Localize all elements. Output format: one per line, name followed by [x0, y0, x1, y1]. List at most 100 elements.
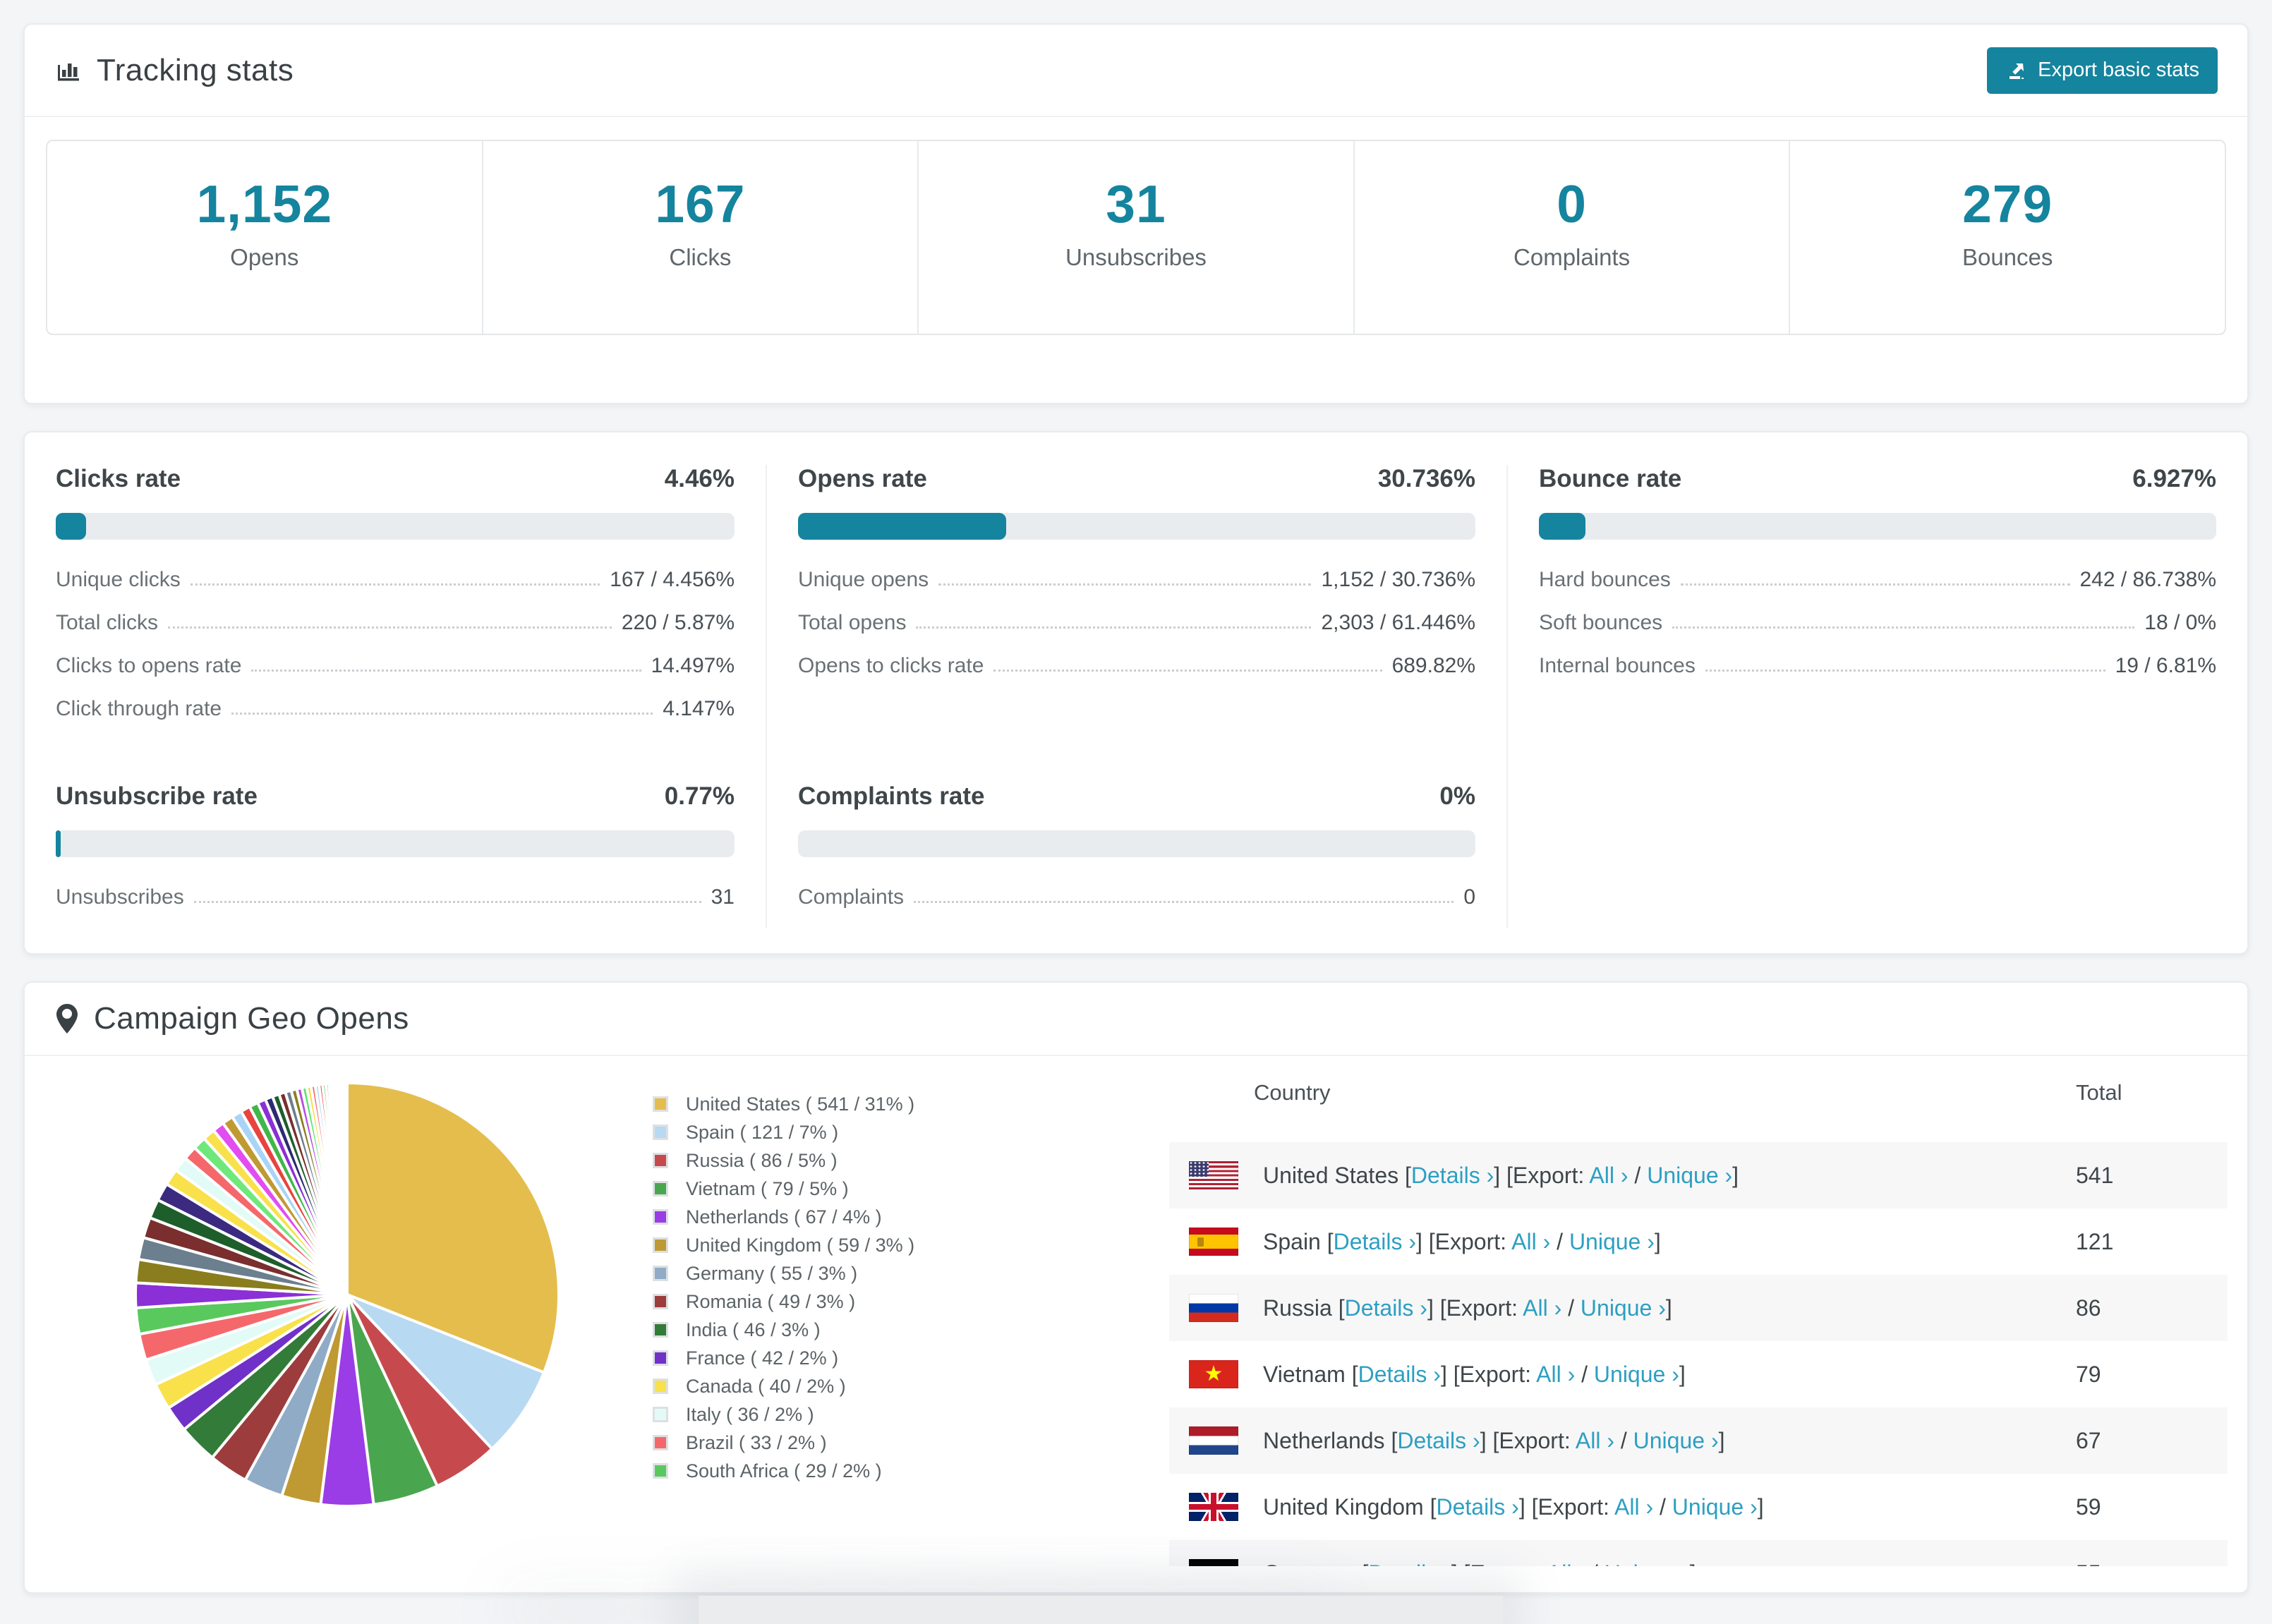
progress-bar-fill	[56, 830, 61, 857]
text: /	[1614, 1427, 1633, 1453]
rate-section-unsubscribe-rate: Unsubscribe rate 0.77% Unsubscribes 31	[25, 767, 766, 928]
total-column-header: Total	[2076, 1080, 2122, 1105]
legend-item-romania[interactable]: Romania ( 49 / 3% )	[653, 1287, 914, 1316]
table-row-russia: Russia [Details ›] [Export: All › / Uniq…	[1169, 1275, 2228, 1341]
export-all-link-netherlands[interactable]: All ›	[1576, 1428, 1614, 1453]
export-unique-link-united-kingdom[interactable]: Unique ›	[1672, 1494, 1758, 1520]
rate-percent: 4.46%	[664, 465, 735, 492]
legend-label: South Africa ( 29 / 2% )	[686, 1460, 882, 1481]
export-unique-link-russia[interactable]: Unique ›	[1581, 1295, 1666, 1321]
legend-item-italy[interactable]: Italy ( 36 / 2% )	[653, 1400, 914, 1429]
rate-row-value: 242 / 86.738%	[2079, 568, 2217, 591]
details-link-united-states[interactable]: Details ›	[1411, 1163, 1494, 1188]
export-all-link-spain[interactable]: All ›	[1511, 1229, 1550, 1254]
stat-cell-clicks: 167 Clicks	[481, 141, 918, 334]
legend-item-united-kingdom[interactable]: United Kingdom ( 59 / 3% )	[653, 1231, 914, 1259]
rate-rows: Hard bounces 242 / 86.738% Soft bounces 18 …	[1539, 568, 2216, 678]
legend-label: Italy ( 36 / 2% )	[686, 1403, 814, 1425]
progress-bar-track	[56, 513, 735, 540]
legend-label: United States ( 541 / 31% )	[686, 1093, 915, 1115]
details-link-spain[interactable]: Details ›	[1334, 1229, 1416, 1254]
stat-label: Bounces	[1962, 244, 2053, 270]
rate-row: Click through rate 4.147%	[56, 697, 735, 721]
text: Spain [	[1263, 1228, 1334, 1254]
export-basic-stats-button[interactable]: Export basic stats	[1987, 47, 2218, 94]
legend-item-south-africa[interactable]: South Africa ( 29 / 2% )	[653, 1457, 914, 1485]
stat-value: 1,152	[196, 174, 333, 234]
export-unique-link-spain[interactable]: Unique ›	[1569, 1229, 1655, 1254]
legend-item-india[interactable]: India ( 46 / 3% )	[653, 1316, 914, 1344]
rate-row: Total opens 2,303 / 61.446%	[798, 611, 1475, 635]
export-unique-link-netherlands[interactable]: Unique ›	[1633, 1428, 1719, 1453]
rate-row: Opens to clicks rate 689.82%	[798, 654, 1475, 678]
text: /	[1550, 1228, 1569, 1254]
table-row-united-kingdom: United Kingdom [Details ›] [Export: All …	[1169, 1474, 2228, 1540]
rate-percent: 6.927%	[2132, 465, 2216, 492]
stat-value: 167	[655, 174, 746, 234]
stat-label: Clicks	[669, 244, 732, 270]
rate-row: Unique clicks 167 / 4.456%	[56, 568, 735, 592]
total-cell: 79	[2076, 1361, 2101, 1387]
export-unique-link-vietnam[interactable]: Unique ›	[1594, 1362, 1679, 1387]
legend-item-united-states[interactable]: United States ( 541 / 31% )	[653, 1090, 914, 1118]
rate-row-value: 689.82%	[1391, 654, 1475, 677]
export-all-link-germany[interactable]: All ›	[1547, 1561, 1585, 1567]
dotted-leader	[1672, 626, 2135, 629]
rate-section-bounce-rate: Bounce rate 6.927% Hard bounces 242 / 86.73…	[1506, 465, 2247, 767]
details-link-vietnam[interactable]: Details ›	[1358, 1362, 1441, 1387]
legend-item-france[interactable]: France ( 42 / 2% )	[653, 1344, 914, 1372]
text: ]	[1665, 1295, 1672, 1321]
geo-body: United States ( 541 / 31% ) Spain ( 121 /…	[25, 1056, 2247, 1592]
flag-nl-icon	[1189, 1426, 1238, 1455]
dotted-leader	[1680, 583, 2070, 586]
export-all-link-united-kingdom[interactable]: All ›	[1614, 1494, 1653, 1520]
rate-title: Clicks rate	[56, 465, 181, 492]
export-unique-link-germany[interactable]: Unique ›	[1605, 1561, 1690, 1567]
legend-label: Canada ( 40 / 2% )	[686, 1375, 846, 1397]
stat-cell-complaints: 0 Complaints	[1353, 141, 1789, 334]
export-unique-link-united-states[interactable]: Unique ›	[1647, 1163, 1732, 1188]
rate-row-value: 167 / 4.456%	[610, 568, 735, 591]
dotted-leader	[190, 583, 600, 586]
legend-item-brazil[interactable]: Brazil ( 33 / 2% )	[653, 1429, 914, 1457]
table-row-united-states: United States [Details ›] [Export: All ›…	[1169, 1142, 2228, 1208]
details-link-germany[interactable]: Details ›	[1368, 1561, 1451, 1567]
legend-item-russia[interactable]: Russia ( 86 / 5% )	[653, 1146, 914, 1175]
rate-row-label: Clicks to opens rate	[56, 654, 242, 677]
stat-value: 279	[1962, 174, 2053, 234]
details-link-russia[interactable]: Details ›	[1345, 1295, 1427, 1321]
export-all-link-russia[interactable]: All ›	[1523, 1295, 1561, 1321]
legend-item-netherlands[interactable]: Netherlands ( 67 / 4% )	[653, 1203, 914, 1231]
details-link-united-kingdom[interactable]: Details ›	[1436, 1494, 1518, 1520]
text: Netherlands [	[1263, 1427, 1398, 1453]
legend-item-spain[interactable]: Spain ( 121 / 7% )	[653, 1118, 914, 1146]
stat-label: Unsubscribes	[1065, 244, 1207, 270]
export-all-link-vietnam[interactable]: All ›	[1536, 1362, 1575, 1387]
rate-percent: 0%	[1439, 782, 1475, 810]
rate-section-head: Clicks rate 4.46%	[56, 465, 735, 493]
pie-slice-other-40[interactable]	[344, 1081, 349, 1295]
rate-rows: Unique clicks 167 / 4.456% Total clicks 220…	[56, 568, 735, 721]
legend-item-germany[interactable]: Germany ( 55 / 3% )	[653, 1259, 914, 1287]
rate-row-label: Unsubscribes	[56, 885, 184, 909]
text: ] [Export:	[1451, 1561, 1547, 1567]
geo-title: Campaign Geo Opens	[94, 1001, 409, 1036]
export-all-link-united-states[interactable]: All ›	[1589, 1163, 1628, 1188]
bar-chart-icon	[54, 56, 83, 85]
table-row-vietnam: Vietnam [Details ›] [Export: All › / Uni…	[1169, 1341, 2228, 1407]
rate-row-value: 2,303 / 61.446%	[1321, 611, 1475, 634]
text: ]	[1732, 1162, 1739, 1188]
country-column-header: Country	[1254, 1080, 1331, 1105]
text: Russia [	[1263, 1295, 1345, 1321]
rate-row-value: 14.497%	[651, 654, 735, 677]
rate-row-value: 220 / 5.87%	[621, 611, 735, 634]
progress-bar-fill	[1539, 513, 1586, 540]
text: /	[1628, 1162, 1648, 1188]
rate-row-label: Total clicks	[56, 611, 159, 634]
legend-item-vietnam[interactable]: Vietnam ( 79 / 5% )	[653, 1175, 914, 1203]
page-title: Tracking stats	[97, 52, 294, 87]
legend-swatch-icon	[653, 1266, 668, 1281]
details-link-netherlands[interactable]: Details ›	[1397, 1428, 1480, 1453]
rate-title: Opens rate	[798, 465, 927, 492]
legend-item-canada[interactable]: Canada ( 40 / 2% )	[653, 1372, 914, 1400]
